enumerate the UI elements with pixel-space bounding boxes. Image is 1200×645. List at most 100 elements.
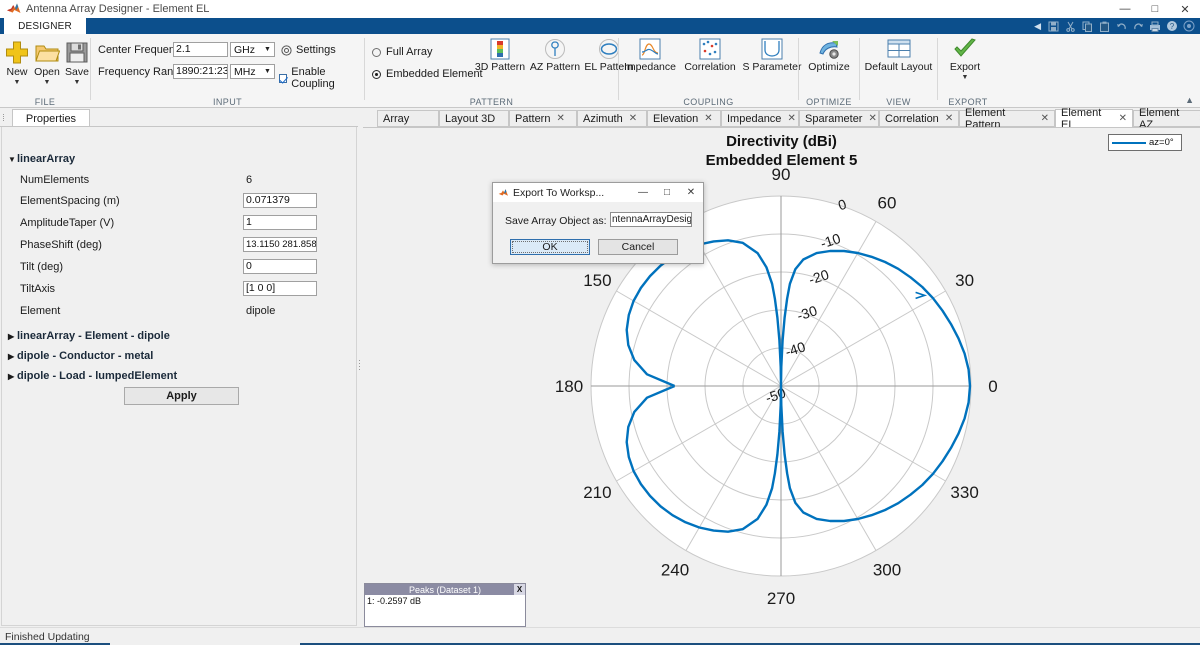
correlation-button[interactable]: Correlation: [679, 38, 741, 73]
undo-icon[interactable]: [1114, 20, 1128, 33]
application-window: Antenna Array Designer - Element EL — □ …: [0, 0, 1200, 645]
doc-tab-impedance[interactable]: Impedance ✕: [721, 110, 799, 127]
doc-tab-element-pattern[interactable]: Element Pattern ✕: [959, 110, 1055, 127]
close-icon[interactable]: ✕: [1119, 113, 1127, 124]
dialog-minimize-button[interactable]: —: [631, 183, 655, 202]
dialog-close-button[interactable]: ✕: [679, 183, 703, 202]
doc-tab-array[interactable]: Array: [377, 110, 439, 127]
apply-button[interactable]: Apply: [124, 387, 239, 405]
doc-tab-sparameter[interactable]: Sparameter ✕: [799, 110, 879, 127]
default-layout-button[interactable]: Default Layout: [862, 38, 935, 73]
default-layout-label: Default Layout: [862, 61, 935, 73]
tab-designer[interactable]: DESIGNER: [4, 18, 86, 34]
phaseshift-input[interactable]: 13.1150 281.8583]: [243, 237, 317, 252]
paste-icon[interactable]: [1097, 20, 1111, 33]
maximize-button[interactable]: □: [1140, 0, 1170, 18]
close-icon[interactable]: X: [514, 584, 525, 595]
status-bar: Finished Updating: [0, 627, 1200, 645]
export-button[interactable]: Export ▼: [940, 38, 990, 81]
s-parameter-button[interactable]: S Parameter: [741, 38, 803, 73]
ribbon-group-label-pattern: PATTERN: [365, 97, 618, 107]
elementspacing-input[interactable]: 0.071379: [243, 193, 317, 208]
center-frequency-unit-select[interactable]: GHz ▼: [230, 42, 275, 57]
property-label: AmplitudeTaper (V): [20, 217, 114, 229]
tree-node-lineararray-element-dipole[interactable]: ▶linearArray - Element - dipole: [8, 330, 170, 342]
qat-chevron-left-icon[interactable]: ◀: [1034, 21, 1041, 32]
close-button[interactable]: ✕: [1170, 0, 1200, 18]
doc-tab-element-az[interactable]: Element AZ ✕: [1133, 110, 1200, 127]
collapse-ribbon-icon[interactable]: ▲: [1185, 95, 1194, 105]
close-icon[interactable]: ✕: [704, 113, 712, 124]
tiltaxis-input[interactable]: [1 0 0]: [243, 281, 317, 296]
open-folder-icon: [34, 40, 60, 65]
angle-tick-label: 210: [583, 483, 611, 502]
doc-tab-layout-3d[interactable]: Layout 3D: [439, 110, 509, 127]
tree-node-lineararray[interactable]: ▼linearArray: [8, 153, 75, 165]
cut-icon[interactable]: [1063, 20, 1077, 33]
tab-properties[interactable]: Properties: [12, 109, 90, 127]
frequency-range-unit-value: MHz: [234, 66, 261, 78]
copy-icon[interactable]: [1080, 20, 1094, 33]
close-icon[interactable]: ✕: [787, 113, 795, 124]
doc-tab-element-el[interactable]: Element EL ✕: [1055, 109, 1133, 128]
radio-full-array[interactable]: Full Array: [372, 46, 432, 58]
frequency-range-input[interactable]: 1890:21:2310: [173, 64, 228, 79]
peaks-panel-title: Peaks (Dataset 1): [409, 585, 481, 595]
frequency-range-unit-select[interactable]: MHz ▼: [230, 64, 275, 79]
az-pattern-button[interactable]: AZ Pattern: [528, 38, 582, 73]
save-icon[interactable]: [1046, 20, 1060, 33]
settings-button[interactable]: Settings: [281, 44, 336, 59]
save-caret-icon[interactable]: ▼: [62, 79, 92, 86]
dialog-maximize-button[interactable]: □: [655, 183, 679, 202]
tree-node-dipole-conductor-metal[interactable]: ▶dipole - Conductor - metal: [8, 350, 153, 362]
angle-tick-label: 0: [988, 377, 997, 396]
angle-tick-label: 270: [767, 589, 795, 608]
peaks-panel-header[interactable]: Peaks (Dataset 1) X: [365, 584, 525, 595]
options-icon[interactable]: [1182, 20, 1196, 33]
dialog-title: Export To Worksp...: [513, 187, 604, 199]
new-caret-icon[interactable]: ▼: [2, 79, 32, 86]
panel-drag-handle[interactable]: [3, 113, 7, 124]
impedance-button[interactable]: Impedance: [621, 38, 679, 73]
ribbon-group-label-view: VIEW: [860, 97, 937, 107]
export-caret-icon[interactable]: ▼: [940, 74, 990, 81]
save-button[interactable]: Save ▼: [62, 40, 92, 86]
minimize-button[interactable]: —: [1110, 0, 1140, 18]
close-icon[interactable]: ✕: [1041, 113, 1049, 124]
enable-coupling-checkbox[interactable]: Enable Coupling: [279, 66, 364, 90]
ok-button[interactable]: OK: [510, 239, 590, 255]
angle-tick-label: 90: [772, 165, 791, 184]
help-icon[interactable]: ?: [1165, 20, 1179, 33]
doc-tab-label: Impedance: [727, 113, 781, 125]
doc-tab-azimuth[interactable]: Azimuth ✕: [577, 110, 647, 127]
correlation-scatter-icon: [699, 38, 721, 60]
angle-tick-label: 330: [950, 483, 978, 502]
close-icon[interactable]: ✕: [945, 113, 953, 124]
open-caret-icon[interactable]: ▼: [32, 79, 62, 86]
close-icon[interactable]: ✕: [629, 113, 637, 124]
doc-tab-elevation[interactable]: Elevation ✕: [647, 110, 721, 127]
amplitudetaper-input[interactable]: 1: [243, 215, 317, 230]
open-button[interactable]: Open ▼: [32, 40, 62, 86]
new-button[interactable]: New ▼: [2, 40, 32, 86]
redo-icon[interactable]: [1131, 20, 1145, 33]
property-row-amplitudetaper: AmplitudeTaper (V) 1: [2, 215, 356, 233]
close-icon[interactable]: ✕: [556, 113, 564, 124]
doc-tab-correlation[interactable]: Correlation ✕: [879, 110, 959, 127]
3d-pattern-button[interactable]: 3D Pattern: [472, 38, 528, 73]
ribbon: New ▼ Open ▼ Save ▼: [0, 34, 1200, 108]
print-icon[interactable]: [1148, 20, 1162, 33]
close-icon[interactable]: ✕: [868, 113, 876, 124]
optimize-button[interactable]: Optimize: [801, 38, 857, 73]
center-frequency-input[interactable]: 2.1: [173, 42, 228, 57]
save-array-object-input[interactable]: ntennaArrayDesigner: [610, 212, 692, 227]
radio-embedded-element[interactable]: Embedded Element: [372, 68, 483, 80]
ribbon-group-label-file: FILE: [0, 97, 90, 107]
cancel-button[interactable]: Cancel: [598, 239, 678, 255]
tree-node-dipole-load-lumpedelement[interactable]: ▶dipole - Load - lumpedElement: [8, 370, 177, 382]
doc-tab-pattern[interactable]: Pattern ✕: [509, 110, 577, 127]
tilt-input[interactable]: 0: [243, 259, 317, 274]
triangle-right-icon: ▶: [8, 332, 17, 341]
ribbon-group-label-input: INPUT: [91, 97, 364, 107]
polar-chart-svg: 0306090150180210240270300330 -50-40-30-2…: [363, 128, 1200, 627]
